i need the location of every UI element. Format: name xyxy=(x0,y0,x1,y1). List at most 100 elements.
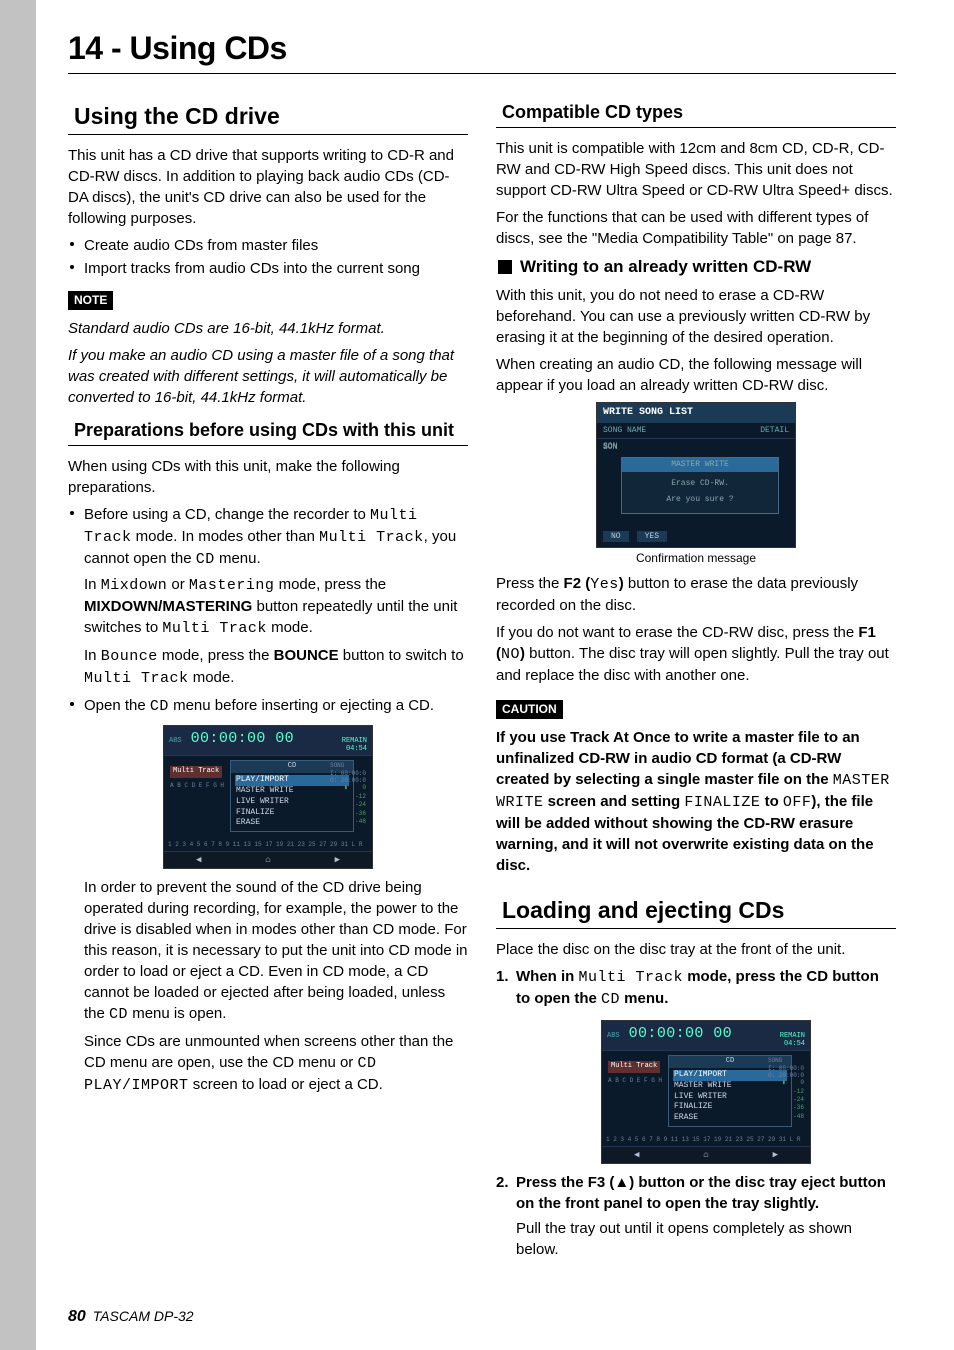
track-letters: A B C D E F G H xyxy=(608,1077,662,1085)
text: When in xyxy=(516,968,579,985)
track-letters: A B C D E F G H xyxy=(170,782,224,790)
lcd-text: Multi Track xyxy=(162,620,267,637)
bold-text: F2 ( xyxy=(564,575,591,592)
heading-using-cd-drive: Using the CD drive xyxy=(74,100,468,132)
step-2: 2. Press the F3 (▲) button or the disc t… xyxy=(496,1172,896,1260)
text: mode, press the xyxy=(274,576,386,593)
square-bullet-icon xyxy=(498,260,512,274)
prep-intro: When using CDs with this unit, make the … xyxy=(68,456,468,498)
prev-icon: ◀ xyxy=(196,854,201,867)
text: menu is open. xyxy=(128,1005,226,1022)
col-detail: DETAIL xyxy=(760,425,789,436)
heading-preparations: Preparations before using CDs with this … xyxy=(74,418,468,443)
text: menu. xyxy=(620,990,668,1007)
time-counter: 00:00:00 00 xyxy=(629,1025,732,1042)
mode-badge: Multi Track xyxy=(170,766,222,778)
side-tab xyxy=(0,0,36,1350)
menu-item: MASTER WRITE xyxy=(673,1081,787,1092)
transport-bar: ◀ ⌂ ▶ xyxy=(602,1146,810,1164)
next-icon: ▶ xyxy=(773,1149,778,1162)
lcd-text: NO xyxy=(501,646,520,663)
dialog-line: Are you sure ? xyxy=(626,494,774,505)
song-info: SONGI: 00:00:0O: 20:00:0 xyxy=(330,762,366,785)
home-icon: ⌂ xyxy=(703,1149,708,1162)
compat-para-2: For the functions that can be used with … xyxy=(496,207,896,249)
heading-loading-ejecting: Loading and ejecting CDs xyxy=(502,894,896,926)
rule-loading xyxy=(496,928,896,929)
step-2-sub: Pull the tray out until it opens complet… xyxy=(516,1218,896,1260)
text: or xyxy=(167,576,189,593)
lcd-text: Mixdown xyxy=(101,577,168,594)
text: mode. xyxy=(189,669,235,686)
bullet-create-text: Create audio CDs from master files xyxy=(84,237,318,254)
prev-icon: ◀ xyxy=(634,1149,639,1162)
column-right: Compatible CD types This unit is compati… xyxy=(496,88,896,1266)
text: menu. xyxy=(215,550,261,567)
writing-para-2: When creating an audio CD, the following… xyxy=(496,354,896,396)
confirm-dialog: MASTER WRITE Erase CD-RW. Are you sure ? xyxy=(621,457,779,514)
text: mode, press the xyxy=(158,647,274,664)
menu-item: ERASE xyxy=(235,818,349,829)
next-icon: ▶ xyxy=(335,854,340,867)
menu-item: MASTER WRITE xyxy=(235,786,349,797)
lcd-text: Mastering xyxy=(189,577,275,594)
transport-bar: ◀ ⌂ ▶ xyxy=(164,851,372,869)
rule-top xyxy=(68,73,896,74)
compat-para-1: This unit is compatible with 12cm and 8c… xyxy=(496,138,896,201)
text: screen and setting xyxy=(544,793,685,810)
text: In xyxy=(84,647,101,664)
rule-compat xyxy=(496,127,896,128)
lcd-text: Multi Track xyxy=(579,969,684,986)
rule-using xyxy=(68,134,468,135)
figure-cd-menu-2: ABS 00:00:00 00 REMAIN04:54 Multi Track … xyxy=(601,1020,811,1164)
writing-para-3: Press the F2 (Yes) button to erase the d… xyxy=(496,573,896,616)
text: mode. In modes other than xyxy=(132,528,320,545)
song-info: SONGI: 00:00:0O: 20:00:0 xyxy=(768,1057,804,1080)
abs-label: ABS xyxy=(607,1032,620,1040)
bullet-import: Import tracks from audio CDs into the cu… xyxy=(68,258,468,279)
level-meters: ▮0 -12 -24 -36 -48 xyxy=(344,784,366,826)
menu-item: FINALIZE xyxy=(235,808,349,819)
dialog-line: Erase CD-RW. xyxy=(626,478,774,489)
remain-value: 04:54 xyxy=(784,1040,805,1048)
figure-confirmation: WRITE SONG LIST SONG NAMEDETAIL SON SON … xyxy=(596,402,796,548)
prep-sub-bounce: In Bounce mode, press the BOUNCE button … xyxy=(84,645,468,689)
lcd-text: Multi Track xyxy=(84,670,189,687)
home-icon: ⌂ xyxy=(265,854,270,867)
step-number: 2. xyxy=(496,1172,509,1193)
menu-item: FINALIZE xyxy=(673,1102,787,1113)
writing-para-1: With this unit, you do not need to erase… xyxy=(496,285,896,348)
caution-text: If you use Track At Once to write a mast… xyxy=(496,727,896,876)
bullet-create: Create audio CDs from master files xyxy=(68,235,468,256)
text: screen to load or eject a CD. xyxy=(189,1076,383,1093)
text: In xyxy=(84,576,101,593)
figure-caption: Confirmation message xyxy=(496,550,896,567)
text: menu before inserting or ejecting a CD. xyxy=(169,697,434,714)
level-meters: ▮0 -12 -24 -36 -48 xyxy=(782,1079,804,1121)
lcd-text: CD xyxy=(601,991,620,1008)
prep-sub-mixdown: In Mixdown or Mastering mode, press the … xyxy=(84,574,468,639)
after-fig-para-2: Since CDs are unmounted when screens oth… xyxy=(68,1031,468,1096)
no-button: NO xyxy=(603,531,629,542)
lcd-text: CD xyxy=(109,1006,128,1023)
text: In order to prevent the sound of the CD … xyxy=(84,879,468,1022)
text: button. The disc tray will open slightly… xyxy=(496,645,889,684)
text: Press the F3 ( xyxy=(516,1174,614,1191)
list-row: SON xyxy=(603,443,617,452)
writing-para-4: If you do not want to erase the CD-RW di… xyxy=(496,622,896,686)
lcd-text: Yes xyxy=(590,576,619,593)
text: button to switch to xyxy=(339,647,464,664)
intro-paragraph: This unit has a CD drive that supports w… xyxy=(68,145,468,229)
lcd-text: FINALIZE xyxy=(684,794,760,811)
heading-compatible-types: Compatible CD types xyxy=(502,100,896,125)
model-name: TASCAM DP-32 xyxy=(93,1308,194,1324)
text: If you use Track At Once to write a mast… xyxy=(496,729,860,788)
figure-cd-menu: ABS 00:00:00 00 REMAIN04:54 Multi Track … xyxy=(163,725,373,869)
bullet-import-text: Import tracks from audio CDs into the cu… xyxy=(84,260,420,277)
text: If you do not want to erase the CD-RW di… xyxy=(496,624,858,641)
lcd-text: Multi Track xyxy=(319,529,424,546)
menu-item: LIVE WRITER xyxy=(673,1092,787,1103)
prep-bullet-1: Before using a CD, change the recorder t… xyxy=(68,504,468,689)
yes-button: YES xyxy=(637,531,667,542)
bold-text: BOUNCE xyxy=(274,647,339,664)
